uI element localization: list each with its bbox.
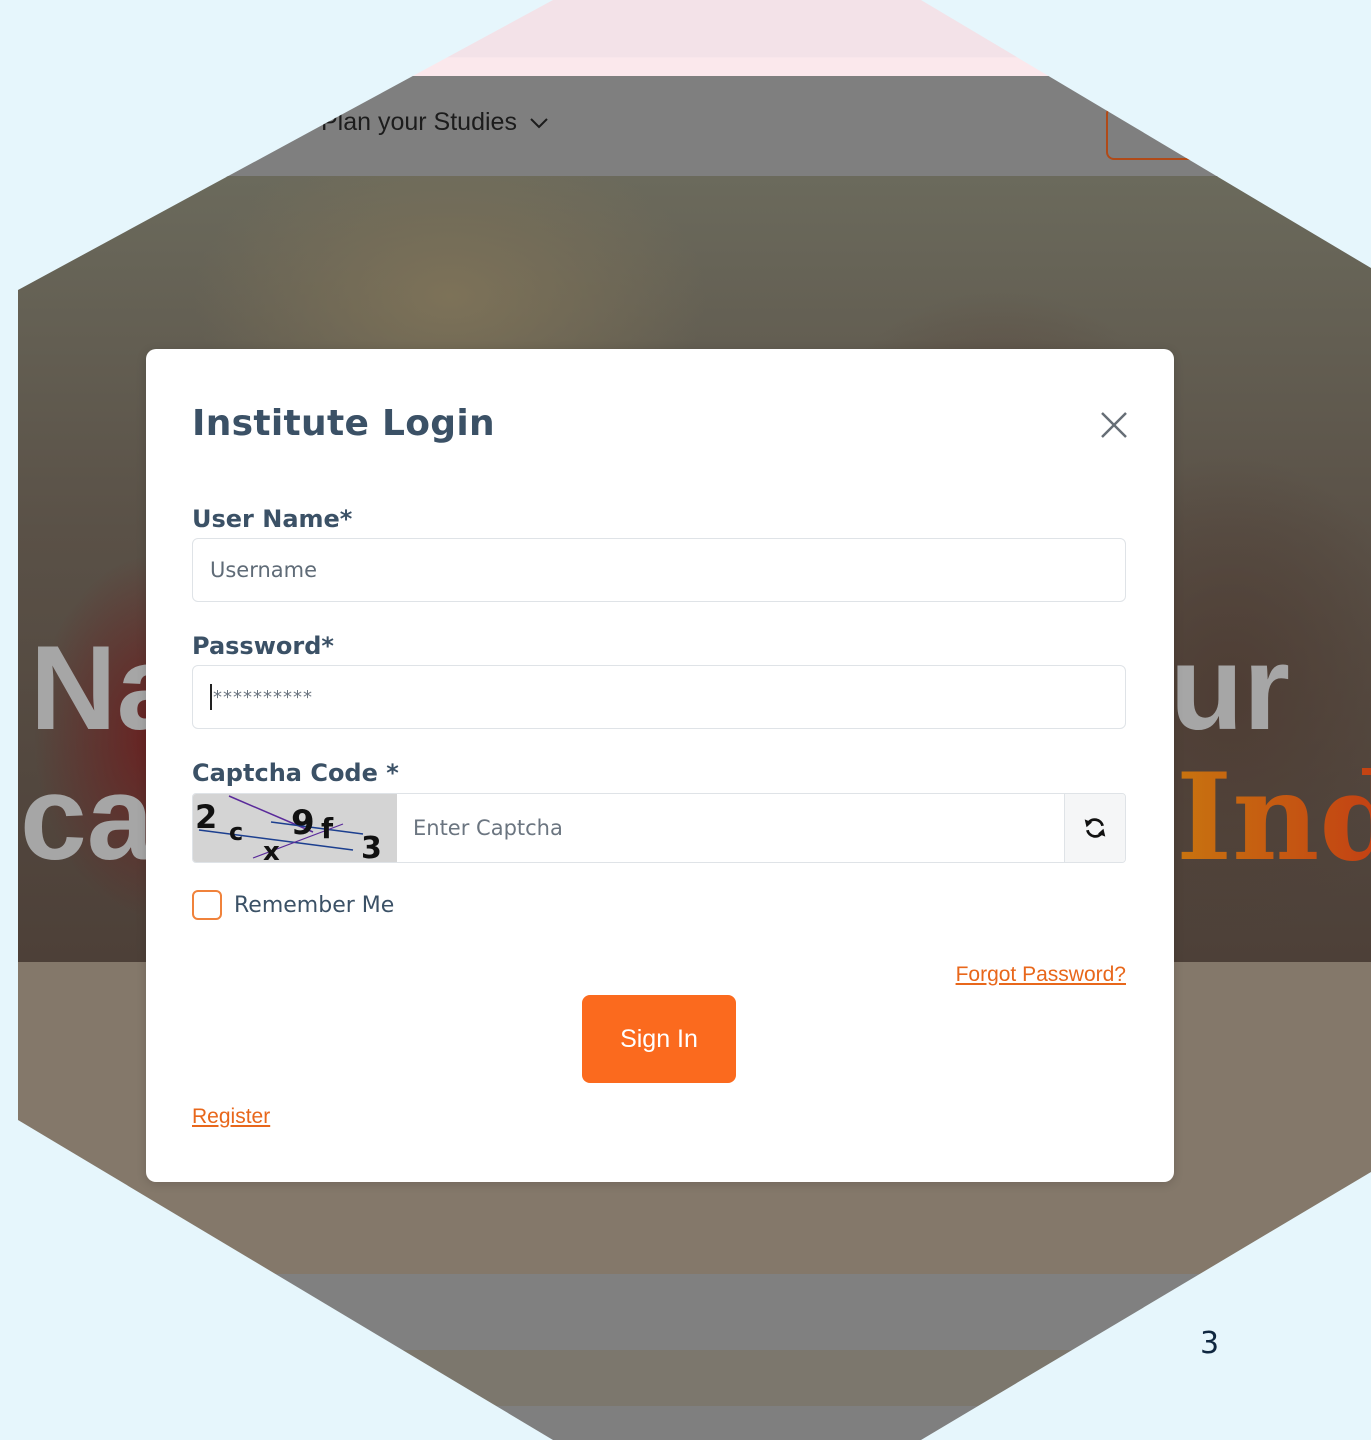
captcha-char-3: x [263, 837, 280, 863]
register-link[interactable]: Register [192, 1105, 270, 1129]
footer-band-2 [18, 1350, 1371, 1406]
close-button[interactable] [1096, 407, 1132, 443]
captcha-char-5: f [321, 812, 334, 845]
footer-band-3 [18, 1406, 1371, 1440]
forgot-password-link[interactable]: Forgot Password? [956, 963, 1126, 987]
remember-me-checkbox[interactable] [192, 890, 222, 920]
hero-word-right-1: ur [1170, 621, 1290, 755]
nav-plan-studies-label: Plan your Studies [321, 108, 517, 136]
hero-word-right-2: Ind [1176, 758, 1371, 878]
refresh-icon [1084, 818, 1106, 838]
captcha-char-6: 3 [361, 831, 382, 863]
page-number: 3 [1200, 1326, 1220, 1361]
text-cursor [210, 684, 212, 710]
login-modal: Institute Login User Name* Username Pass… [146, 349, 1174, 1182]
hero-word-left-2: ca [20, 751, 154, 885]
captcha-input[interactable]: Enter Captcha [397, 794, 1065, 862]
password-input[interactable]: ********** [192, 665, 1126, 729]
chevron-down-icon [530, 117, 548, 128]
captcha-label: Captcha Code * [192, 759, 399, 787]
nav-plan-studies[interactable]: Plan your Studies [321, 108, 551, 137]
sign-in-button[interactable]: Sign In [582, 995, 736, 1083]
username-placeholder: Username [210, 558, 318, 582]
close-icon [1101, 412, 1127, 438]
captcha-char-4: 9 [291, 803, 315, 843]
username-label: User Name* [192, 505, 353, 533]
nav-outline-button[interactable] [1106, 106, 1228, 160]
remember-me-label: Remember Me [234, 892, 395, 918]
modal-title: Institute Login [192, 403, 495, 444]
captcha-refresh-button[interactable] [1065, 794, 1125, 862]
remember-me: Remember Me [192, 890, 394, 920]
navbar [18, 76, 1371, 177]
username-input[interactable]: Username [192, 538, 1126, 602]
captcha-char-2: c [229, 818, 243, 846]
captcha-placeholder: Enter Captcha [413, 816, 563, 840]
password-value: ********** [213, 686, 313, 708]
footer-band [18, 1274, 1371, 1350]
captcha-image: 2 c x 9 f 3 [193, 794, 397, 862]
captcha-char-1: 2 [195, 798, 217, 836]
top-banner [18, 0, 1371, 76]
password-label: Password* [192, 632, 334, 660]
captcha-group: 2 c x 9 f 3 Enter Captcha [192, 793, 1126, 863]
